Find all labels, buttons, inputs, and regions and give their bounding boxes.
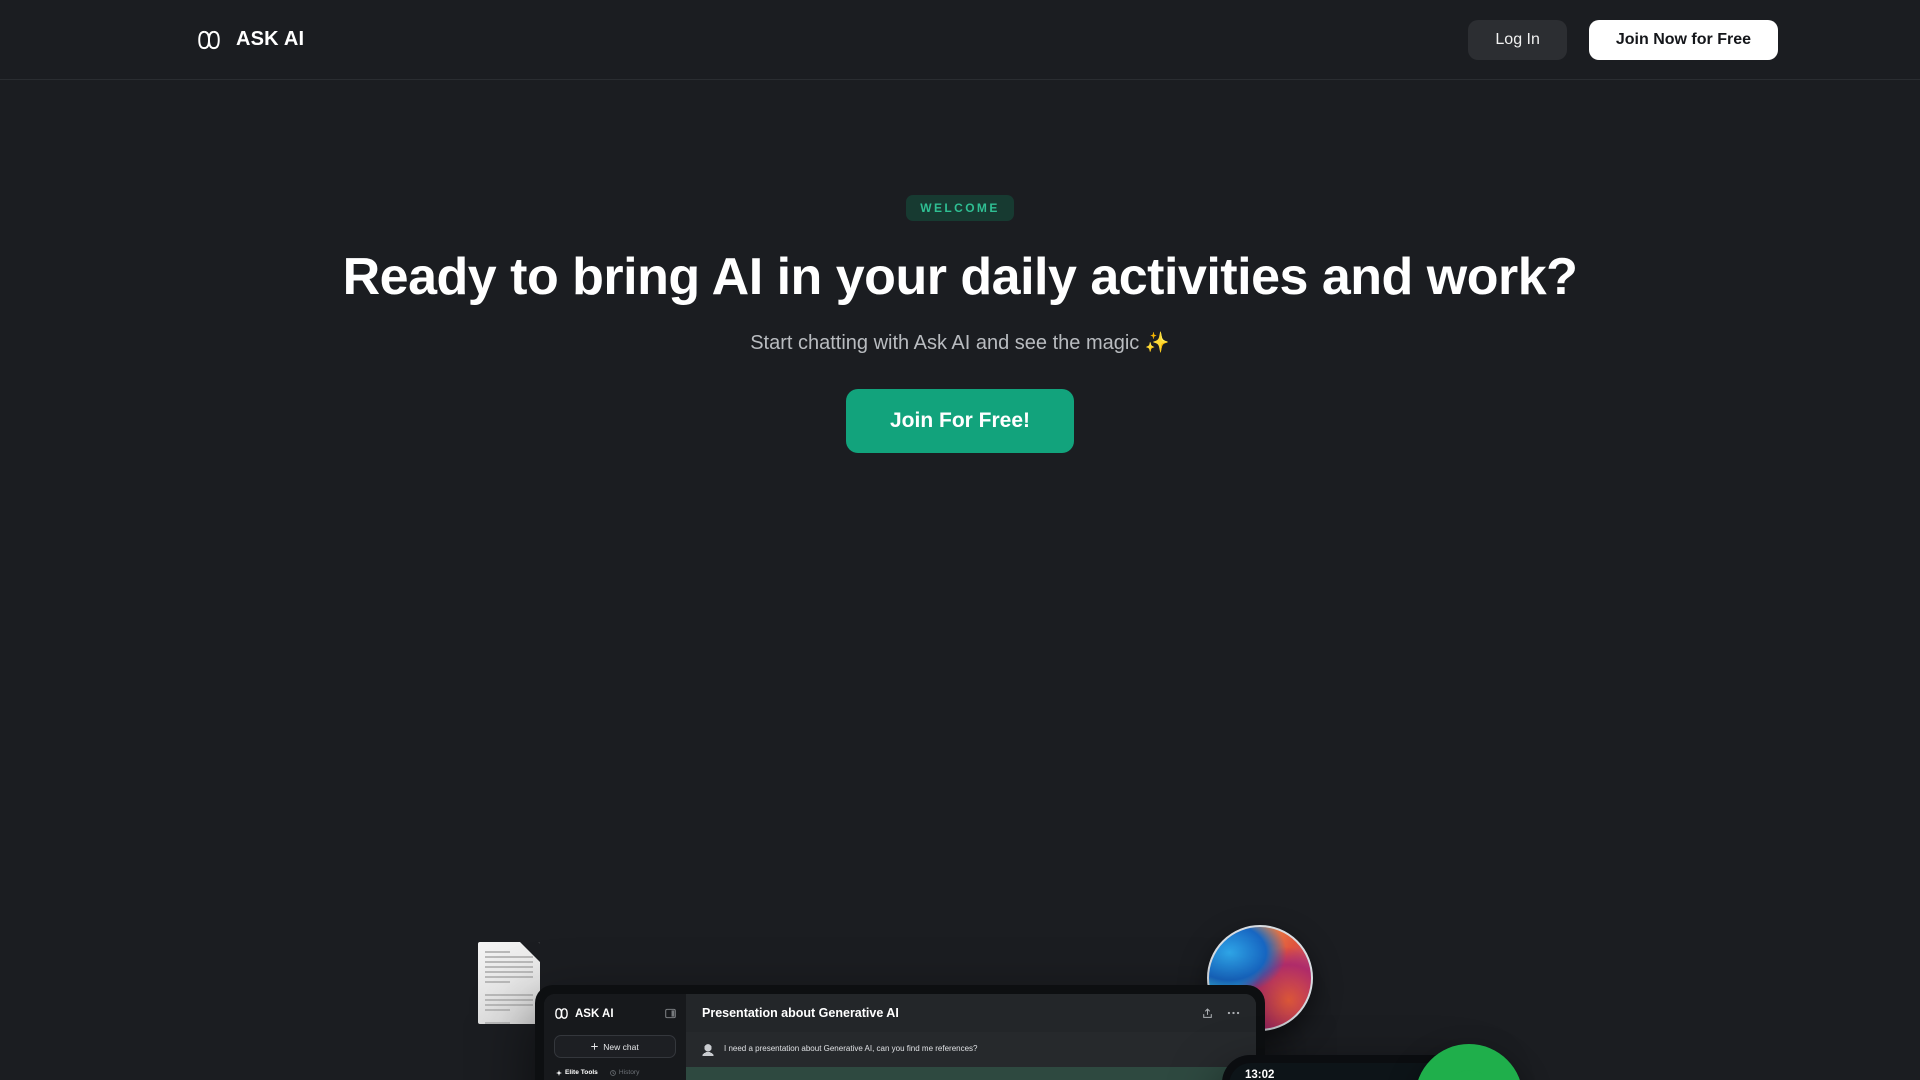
tab-elite-tools[interactable]: Elite Tools	[556, 1069, 598, 1076]
sidebar-brand[interactable]: ASK AI	[554, 1006, 614, 1021]
join-for-free-button[interactable]: Join For Free!	[845, 389, 1075, 454]
phone-clock: 13:02	[1245, 1069, 1275, 1080]
brand-logo[interactable]: ASK AI	[196, 27, 304, 53]
more-horizontal-icon[interactable]	[1227, 1011, 1240, 1015]
toggle-panel-icon[interactable]	[665, 1008, 676, 1019]
ask-ai-knot-logo-icon	[198, 30, 220, 49]
welcome-badge: WELCOME	[906, 195, 1014, 221]
whatsapp-badge	[1415, 1044, 1523, 1080]
tab-history-label: History	[618, 1069, 640, 1076]
sidebar-tabs: Elite Tools History	[556, 1069, 674, 1076]
sidebar-header: ASK AI	[554, 1006, 676, 1021]
desktop-app-window: ASK AI New chat Elite Tools History Pres…	[535, 985, 1265, 1080]
sparkle-icon	[556, 1069, 562, 1076]
hero-section: WELCOME Ready to bring AI in your daily …	[0, 80, 1920, 454]
chat-area: Presentation about Generative AI I need …	[686, 994, 1256, 1080]
chat-title: Presentation about Generative AI	[702, 1006, 899, 1020]
plus-icon	[591, 1043, 599, 1050]
sidebar-brand-name: ASK AI	[575, 1007, 614, 1020]
document-page-icon	[478, 942, 540, 1024]
ask-ai-knot-logo-icon	[555, 1008, 568, 1019]
tab-history[interactable]: History	[610, 1069, 640, 1076]
hero-subtitle: Start chatting with Ask AI and see the m…	[0, 330, 1920, 355]
new-chat-button[interactable]: New chat	[554, 1035, 676, 1058]
chat-message-user: I need a presentation about Generative A…	[686, 1032, 1256, 1067]
app-sidebar: ASK AI New chat Elite Tools History	[544, 994, 686, 1080]
message-text: I need a presentation about Generative A…	[724, 1044, 978, 1053]
chat-message-assistant: Harvard University Library Guide:3This g…	[686, 1067, 1256, 1080]
share-icon[interactable]	[1202, 1008, 1213, 1019]
whatsapp-icon	[1448, 1070, 1490, 1080]
chat-header: Presentation about Generative AI	[686, 994, 1256, 1032]
landing-page: ASK AI Log In Join Now for Free WELCOME …	[0, 0, 1920, 1080]
sparkle-icon: ✨	[1144, 332, 1170, 355]
product-mockup: ASK AI New chat Elite Tools History Pres…	[0, 455, 1920, 1080]
chat-header-actions	[1202, 1008, 1240, 1019]
clock-icon	[610, 1069, 616, 1076]
user-avatar-icon	[702, 1044, 714, 1056]
tab-elite-tools-label: Elite Tools	[565, 1069, 598, 1076]
site-header: ASK AI Log In Join Now for Free	[0, 0, 1920, 80]
new-chat-label: New chat	[603, 1041, 639, 1052]
header-actions: Log In Join Now for Free	[1468, 19, 1778, 60]
page-title: Ready to bring AI in your daily activiti…	[342, 248, 1578, 306]
hero-subtitle-text: Start chatting with Ask AI and see the m…	[750, 332, 1140, 355]
login-button[interactable]: Log In	[1468, 19, 1567, 60]
brand-name: ASK AI	[236, 28, 305, 50]
join-now-button[interactable]: Join Now for Free	[1588, 19, 1778, 60]
